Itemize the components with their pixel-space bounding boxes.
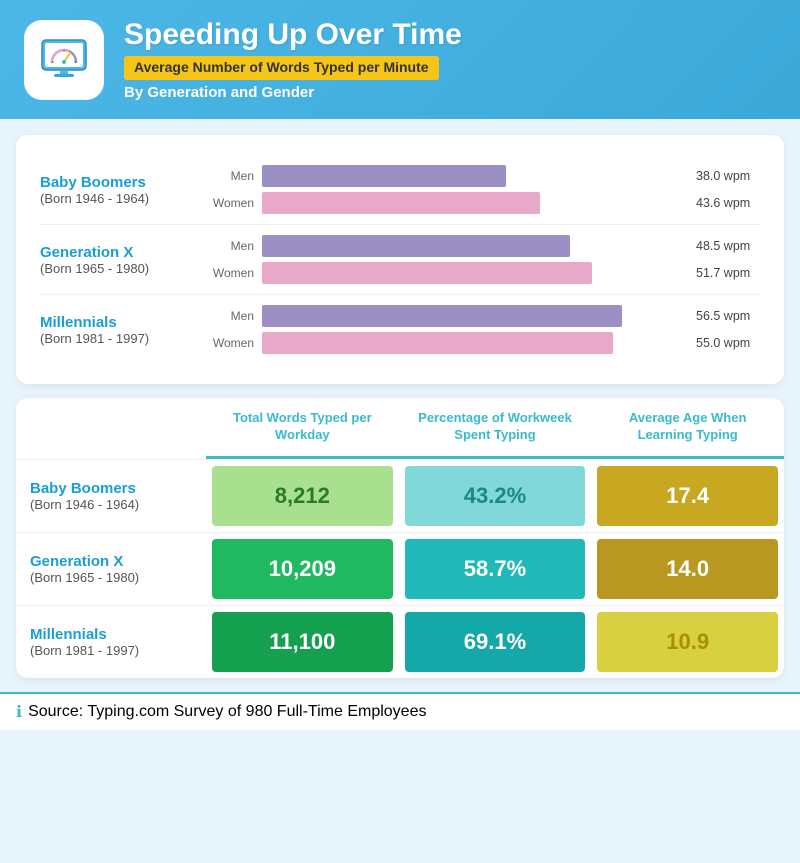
table-col-percent-header: Percentage of Workweek Spent Typing	[399, 398, 592, 459]
bar-label-boomers: Baby Boomers (Born 1946 - 1964)	[40, 174, 210, 206]
men-label-boomers: Men	[210, 169, 254, 183]
men-label-genx: Men	[210, 239, 254, 253]
header-subtitle: Average Number of Words Typed per Minute	[134, 59, 429, 75]
header-text-block: Speeding Up Over Time Average Number of …	[124, 18, 462, 101]
bar-row-women-genx: Women	[210, 262, 690, 284]
page-title: Speeding Up Over Time	[124, 18, 462, 51]
bb-percent-cell: 43.2%	[405, 466, 586, 526]
bar-row-men-boomers: Men	[210, 165, 690, 187]
bb-age-cell: 17.4	[597, 466, 778, 526]
bar-values-millennials: 56.5 wpm 55.0 wpm	[690, 305, 760, 354]
subtitle-bar: Average Number of Words Typed per Minute	[124, 56, 439, 80]
bar-row-women-boomers: Women	[210, 192, 690, 214]
header-icon-box	[24, 20, 104, 100]
bar-row-men-genx: Men	[210, 235, 690, 257]
bar-row-men-millennials: Men	[210, 305, 690, 327]
bar-group-millennials: Millennials (Born 1981 - 1997) Men Women	[40, 295, 760, 364]
info-icon: ℹ	[16, 702, 22, 722]
gen-name-millennials: Millennials	[40, 314, 210, 331]
ml-words-cell: 11,100	[212, 612, 393, 672]
bar-group-boomers: Baby Boomers (Born 1946 - 1964) Men Wome…	[40, 155, 760, 225]
gx-age-cell: 14.0	[597, 539, 778, 599]
table-gen-years-genx: (Born 1965 - 1980)	[30, 570, 192, 585]
gen-years-millennials: (Born 1981 - 1997)	[40, 331, 210, 346]
table-row-millennials: Millennials (Born 1981 - 1997) 11,100 69…	[16, 605, 784, 678]
bar-fill-men-millennials	[262, 305, 622, 327]
table-label-millennials: Millennials (Born 1981 - 1997)	[16, 606, 206, 678]
table-gen-name-boomers: Baby Boomers	[30, 480, 192, 497]
gx-words-cell: 10,209	[212, 539, 393, 599]
gen-name-boomers: Baby Boomers	[40, 174, 210, 191]
ml-age-cell: 10.9	[597, 612, 778, 672]
bars-boomers: Men Women	[210, 165, 690, 214]
women-label-genx: Women	[210, 266, 254, 280]
bar-group-genx: Generation X (Born 1965 - 1980) Men Wome…	[40, 225, 760, 295]
men-label-millennials: Men	[210, 309, 254, 323]
gen-years-genx: (Born 1965 - 1980)	[40, 261, 210, 276]
table-col-words-header: Total Words Typed per Workday	[206, 398, 399, 459]
bar-track-men-millennials	[262, 305, 690, 327]
table-gen-name-millennials: Millennials	[30, 626, 192, 643]
bar-track-women-boomers	[262, 192, 690, 214]
men-wpm-genx: 48.5 wpm	[690, 235, 760, 257]
table-row-genx: Generation X (Born 1965 - 1980) 10,209 5…	[16, 532, 784, 605]
header-sub2: By Generation and Gender	[124, 84, 462, 101]
table-gen-name-genx: Generation X	[30, 553, 192, 570]
bar-values-boomers: 38.0 wpm 43.6 wpm	[690, 165, 760, 214]
gen-name-genx: Generation X	[40, 244, 210, 261]
table-gen-years-boomers: (Born 1946 - 1964)	[30, 497, 192, 512]
bar-label-millennials: Millennials (Born 1981 - 1997)	[40, 314, 210, 346]
bar-fill-men-boomers	[262, 165, 506, 187]
women-label-boomers: Women	[210, 196, 254, 210]
gen-years-boomers: (Born 1946 - 1964)	[40, 191, 210, 206]
bar-fill-women-genx	[262, 262, 592, 284]
bar-label-genx: Generation X (Born 1965 - 1980)	[40, 244, 210, 276]
women-wpm-boomers: 43.6 wpm	[690, 192, 760, 214]
table-col-age-header: Average Age When Learning Typing	[591, 398, 784, 459]
footer: ℹ Source: Typing.com Survey of 980 Full-…	[0, 692, 800, 730]
bb-words-cell: 8,212	[212, 466, 393, 526]
main-content: Baby Boomers (Born 1946 - 1964) Men Wome…	[0, 119, 800, 678]
bar-fill-men-genx	[262, 235, 570, 257]
data-table: Total Words Typed per Workday Percentage…	[16, 398, 784, 678]
page-header: Speeding Up Over Time Average Number of …	[0, 0, 800, 119]
bar-chart-section: Baby Boomers (Born 1946 - 1964) Men Wome…	[16, 135, 784, 384]
table-header-row: Total Words Typed per Workday Percentage…	[16, 398, 784, 459]
men-wpm-millennials: 56.5 wpm	[690, 305, 760, 327]
men-wpm-boomers: 38.0 wpm	[690, 165, 760, 187]
bar-track-men-genx	[262, 235, 690, 257]
gx-percent-cell: 58.7%	[405, 539, 586, 599]
bar-values-genx: 48.5 wpm 51.7 wpm	[690, 235, 760, 284]
women-wpm-genx: 51.7 wpm	[690, 262, 760, 284]
ml-percent-cell: 69.1%	[405, 612, 586, 672]
women-wpm-millennials: 55.0 wpm	[690, 332, 760, 354]
bar-fill-women-millennials	[262, 332, 613, 354]
bar-track-women-genx	[262, 262, 690, 284]
women-label-millennials: Women	[210, 336, 254, 350]
bars-genx: Men Women	[210, 235, 690, 284]
table-label-genx: Generation X (Born 1965 - 1980)	[16, 533, 206, 605]
bars-millennials: Men Women	[210, 305, 690, 354]
bar-row-women-millennials: Women	[210, 332, 690, 354]
table-col-empty	[16, 398, 206, 459]
computer-speedometer-icon	[38, 34, 90, 86]
bar-track-men-boomers	[262, 165, 690, 187]
bar-fill-women-boomers	[262, 192, 540, 214]
table-row-boomers: Baby Boomers (Born 1946 - 1964) 8,212 43…	[16, 459, 784, 532]
footer-source: Source: Typing.com Survey of 980 Full-Ti…	[28, 703, 426, 721]
table-label-boomers: Baby Boomers (Born 1946 - 1964)	[16, 460, 206, 532]
table-gen-years-millennials: (Born 1981 - 1997)	[30, 643, 192, 658]
bar-track-women-millennials	[262, 332, 690, 354]
